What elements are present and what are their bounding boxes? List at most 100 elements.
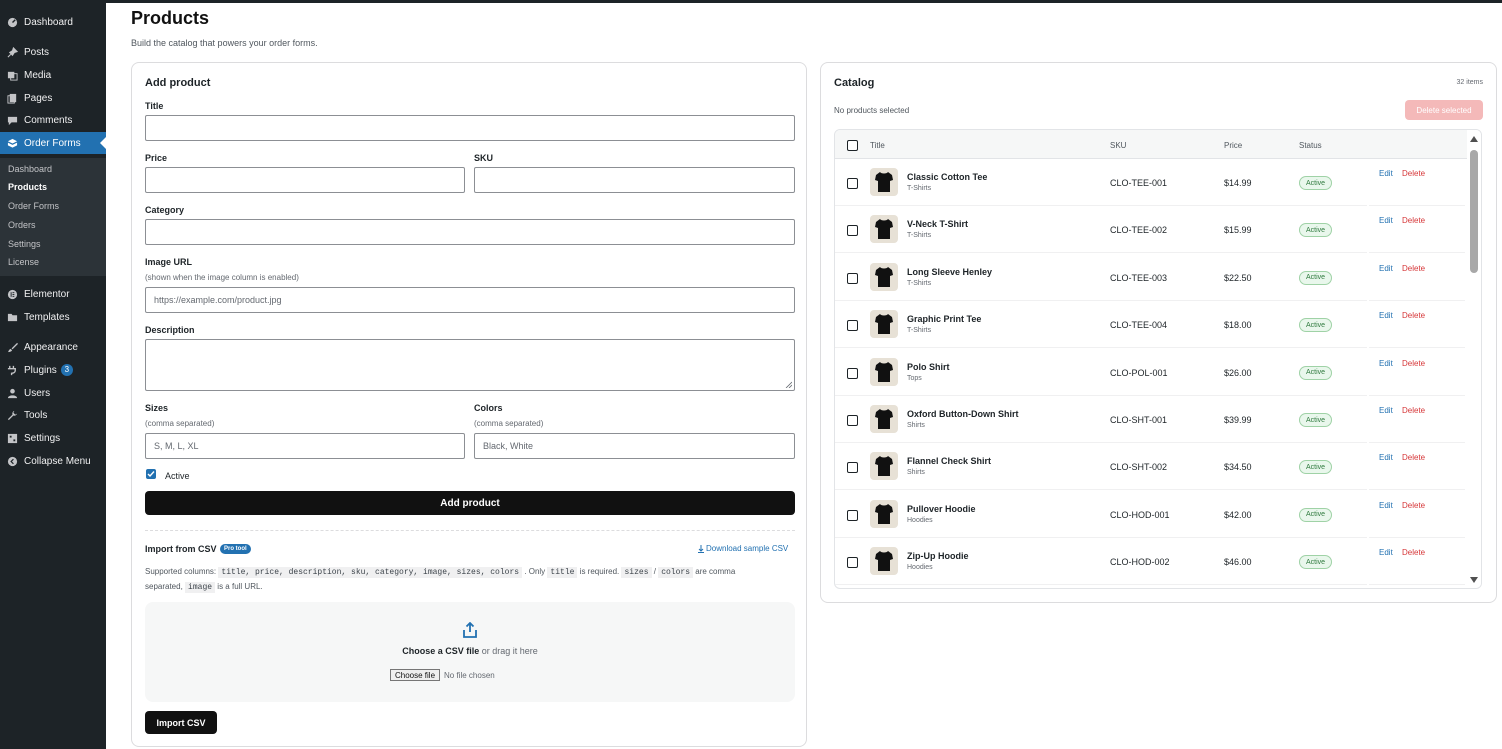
product-title[interactable]: Zip-Up Hoodie	[907, 551, 969, 561]
scroll-down-icon[interactable]	[1469, 576, 1479, 584]
menu-tools[interactable]: Tools	[0, 404, 106, 426]
delete-link[interactable]: Delete	[1402, 311, 1425, 320]
row-checkbox[interactable]	[847, 415, 858, 426]
delete-link[interactable]: Delete	[1402, 359, 1425, 368]
sku-label: SKU	[474, 153, 494, 163]
row-checkbox[interactable]	[847, 178, 858, 189]
submenu-orders[interactable]: Orders	[8, 220, 36, 230]
submenu-order-forms[interactable]: Order Forms	[8, 201, 59, 211]
row-actions-divider	[1369, 349, 1465, 396]
product-title[interactable]: V-Neck T-Shirt	[907, 219, 968, 229]
scroll-up-icon[interactable]	[1469, 135, 1479, 143]
menu-posts[interactable]: Posts	[0, 41, 106, 63]
menu-appearance[interactable]: Appearance	[0, 336, 106, 358]
sku-input[interactable]	[474, 167, 795, 193]
import-csv-button[interactable]: Import CSV	[145, 711, 217, 734]
comma-text: are comma	[695, 567, 736, 576]
delete-link[interactable]: Delete	[1402, 453, 1425, 462]
sizes-input[interactable]: S, M, L, XL	[145, 433, 465, 459]
edit-link[interactable]: Edit	[1379, 169, 1393, 178]
menu-order-forms[interactable]: Order Forms	[0, 132, 106, 154]
menu-tools-label: Tools	[24, 409, 48, 421]
page-title: Products	[131, 8, 210, 28]
product-sku: CLO-SHT-002	[1110, 462, 1168, 473]
table-row: Zip-Up Hoodie Hoodies CLO-HOD-002 $46.00 Act…	[835, 538, 1481, 586]
row-actions-divider	[1369, 443, 1465, 491]
product-title[interactable]: Flannel Check Shirt	[907, 456, 991, 466]
row-checkbox[interactable]	[847, 225, 858, 237]
product-thumbnail	[870, 310, 898, 339]
menu-comments[interactable]: Comments	[0, 109, 106, 131]
image-code: image	[185, 582, 216, 593]
delete-selected-button[interactable]: Delete selected	[1405, 100, 1483, 120]
product-title[interactable]: Polo Shirt	[907, 362, 950, 372]
download-sample-link[interactable]: Download sample CSV	[698, 544, 788, 553]
product-title[interactable]: Pullover Hoodie	[907, 504, 976, 514]
product-title[interactable]: Oxford Button-Down Shirt	[907, 409, 1018, 419]
select-all-checkbox[interactable]	[847, 140, 858, 151]
menu-media[interactable]: Media	[0, 64, 106, 86]
row-checkbox[interactable]	[847, 320, 858, 332]
menu-appearance-label: Appearance	[24, 341, 78, 353]
row-checkbox[interactable]	[847, 462, 858, 474]
menu-elementor[interactable]: Elementor	[0, 283, 106, 305]
row-checkbox[interactable]	[847, 272, 858, 284]
delete-link[interactable]: Delete	[1402, 216, 1425, 225]
menu-settings[interactable]: Settings	[0, 427, 106, 449]
edit-link[interactable]: Edit	[1379, 406, 1393, 415]
submenu-products[interactable]: Products	[8, 182, 47, 192]
plug-icon	[6, 364, 18, 376]
category-input[interactable]	[145, 219, 795, 245]
row-actions-divider	[1369, 396, 1465, 443]
product-title[interactable]: Graphic Print Tee	[907, 314, 981, 324]
csv-dropzone[interactable]: Choose a CSV file or drag it here Choose…	[145, 602, 795, 702]
menu-dashboard-label: Dashboard	[24, 16, 73, 28]
row-divider	[835, 206, 1367, 254]
row-checkbox[interactable]	[847, 557, 858, 569]
delete-link[interactable]: Delete	[1402, 264, 1425, 273]
row-checkbox[interactable]	[847, 367, 858, 379]
image-url-input[interactable]: https://example.com/product.jpg	[145, 287, 795, 313]
status-badge: Active	[1299, 223, 1333, 238]
resize-handle-icon[interactable]	[785, 381, 792, 388]
title-input[interactable]	[145, 115, 795, 141]
product-title[interactable]: Classic Cotton Tee	[907, 172, 987, 182]
description-textarea[interactable]	[145, 339, 795, 391]
edit-link[interactable]: Edit	[1379, 311, 1393, 320]
add-product-button[interactable]: Add product	[145, 491, 795, 515]
menu-pages[interactable]: Pages	[0, 87, 106, 109]
delete-link[interactable]: Delete	[1402, 406, 1425, 415]
tshirt-icon	[875, 219, 893, 240]
only-text: . Only	[524, 567, 546, 576]
menu-templates[interactable]: Templates	[0, 306, 106, 328]
choose-file-button[interactable]: Choose file	[390, 669, 441, 681]
menu-collapse[interactable]: Collapse Menu	[0, 450, 106, 472]
colors-input[interactable]: Black, White	[474, 433, 795, 459]
table-row: V-Neck T-Shirt T-Shirts CLO-TEE-002 $15.99 A…	[835, 206, 1481, 254]
submenu-dashboard[interactable]: Dashboard	[8, 164, 52, 174]
edit-link[interactable]: Edit	[1379, 216, 1393, 225]
scrollbar[interactable]	[1467, 130, 1481, 588]
menu-dashboard[interactable]: Dashboard	[0, 11, 106, 33]
menu-users[interactable]: Users	[0, 382, 106, 404]
edit-link[interactable]: Edit	[1379, 264, 1393, 273]
edit-link[interactable]: Edit	[1379, 359, 1393, 368]
check-icon	[147, 471, 155, 478]
product-thumbnail	[870, 499, 898, 528]
price-input[interactable]	[145, 167, 465, 193]
menu-plugins[interactable]: Plugins 3	[0, 359, 106, 381]
colors-label: Colors	[474, 403, 503, 413]
submenu-settings[interactable]: Settings	[8, 239, 41, 249]
edit-link[interactable]: Edit	[1379, 548, 1393, 557]
edit-link[interactable]: Edit	[1379, 453, 1393, 462]
add-product-card: Add product Title Price SKU Category Ima…	[131, 62, 807, 747]
submenu-license[interactable]: License	[8, 257, 39, 267]
row-checkbox[interactable]	[847, 509, 858, 521]
active-checkbox[interactable]	[146, 469, 156, 479]
scrollbar-thumb[interactable]	[1470, 150, 1478, 273]
delete-link[interactable]: Delete	[1402, 169, 1425, 178]
delete-link[interactable]: Delete	[1402, 501, 1425, 510]
product-title[interactable]: Long Sleeve Henley	[907, 267, 992, 277]
edit-link[interactable]: Edit	[1379, 501, 1393, 510]
delete-link[interactable]: Delete	[1402, 548, 1425, 557]
